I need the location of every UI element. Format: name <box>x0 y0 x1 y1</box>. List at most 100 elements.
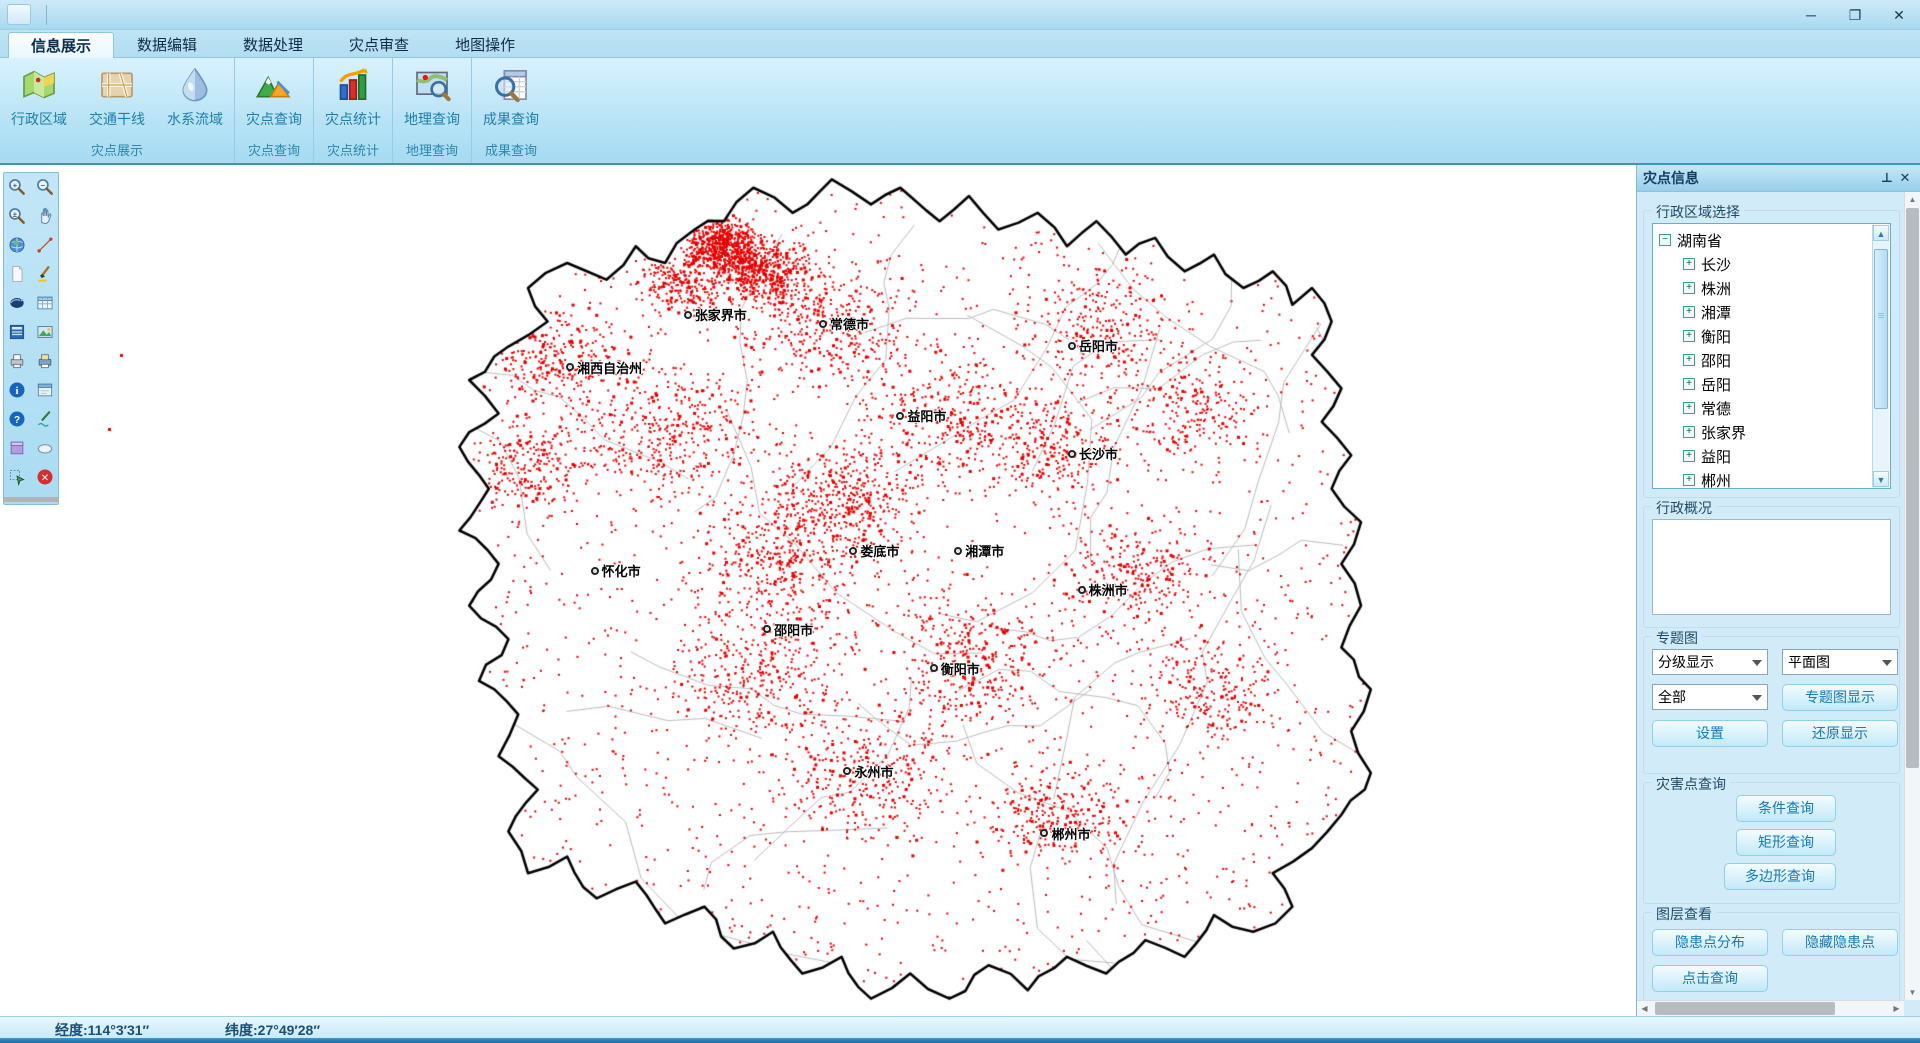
tool-zoom-in[interactable]: + <box>4 176 30 202</box>
quick-access-toolbar[interactable] <box>7 4 31 25</box>
ribbon-button-traffic-map[interactable]: 交通干线 <box>78 62 156 141</box>
panel-scroll-up-icon[interactable]: ▲ <box>1905 192 1920 207</box>
overview-textarea[interactable] <box>1652 519 1891 615</box>
tool-blank-page[interactable] <box>4 263 30 289</box>
all-filter-combobox[interactable]: 全部 <box>1652 684 1768 710</box>
panel-vertical-scrollbar[interactable]: ▲ ▼ <box>1904 192 1920 1000</box>
tab-map-operate[interactable]: 地图操作 <box>432 31 538 57</box>
tool-brush[interactable] <box>32 263 58 289</box>
tool-zoom-extent[interactable]: ± <box>4 205 30 231</box>
ribbon-button-region-map[interactable]: 行政区域 <box>0 62 78 141</box>
expand-icon[interactable]: + <box>1683 306 1695 318</box>
tool-sketch-pen[interactable] <box>32 408 58 434</box>
expand-icon[interactable]: + <box>1683 258 1695 270</box>
tree-scroll-up-icon[interactable]: ▲ <box>1873 225 1889 241</box>
tree-node-city[interactable]: +郴州 <box>1659 468 1870 489</box>
map-search-icon <box>411 64 453 106</box>
settings-button[interactable]: 设置 <box>1652 720 1768 747</box>
tool-pan-hand[interactable] <box>32 205 58 231</box>
window-controls: ─ ❐ ✕ <box>1796 0 1914 30</box>
tool-zoom-out[interactable]: − <box>32 176 58 202</box>
panel-scroll-left-icon[interactable]: ◀ <box>1637 1001 1652 1016</box>
tree-node-city[interactable]: +湘潭 <box>1659 300 1870 324</box>
tree-node-city[interactable]: +益阳 <box>1659 444 1870 468</box>
panel-horizontal-scrollbar[interactable]: ◀ ▶ <box>1637 1000 1904 1016</box>
ribbon-button-water-drop[interactable]: 水系流域 <box>156 62 234 141</box>
tree-node-city[interactable]: +长沙 <box>1659 252 1870 276</box>
tree-node-city[interactable]: +衡阳 <box>1659 324 1870 348</box>
tool-globe-full-extent[interactable] <box>4 234 30 260</box>
tab-disaster-review[interactable]: 灾点审查 <box>326 31 432 57</box>
panel-scroll-right-icon[interactable]: ▶ <box>1889 1001 1904 1016</box>
expand-icon[interactable]: + <box>1683 450 1695 462</box>
expand-icon[interactable]: + <box>1683 474 1695 486</box>
tool-ellipse-select[interactable] <box>32 437 58 463</box>
polygon-query-button[interactable]: 多边形查询 <box>1724 863 1836 890</box>
minimize-button[interactable]: ─ <box>1796 4 1826 26</box>
ribbon-group-title: 成果查询 <box>472 141 550 163</box>
panel-scroll-thumb[interactable] <box>1906 208 1919 768</box>
title-bar-separator <box>46 5 47 25</box>
application-window: ─ ❐ ✕ 信息展示数据编辑数据处理灾点审查地图操作 行政区域交通干线水系流域灾… <box>0 0 1920 1043</box>
tab-data-edit[interactable]: 数据编辑 <box>114 31 220 57</box>
thematic-show-button[interactable]: 专题图显示 <box>1782 684 1898 711</box>
click-query-button[interactable]: 点击查询 <box>1652 965 1768 992</box>
tree-node-province[interactable]: −湖南省 <box>1659 228 1870 252</box>
combo-value: 分级显示 <box>1658 654 1714 670</box>
ribbon-group-title: 地理查询 <box>393 141 471 163</box>
maximize-button[interactable]: ❐ <box>1840 4 1870 26</box>
expand-icon[interactable]: + <box>1683 378 1695 390</box>
tool-print-preview[interactable] <box>32 350 58 376</box>
rectangle-query-button[interactable]: 矩形查询 <box>1736 829 1836 856</box>
map-canvas[interactable] <box>0 165 1636 1016</box>
tool-rotate-view[interactable] <box>4 292 30 318</box>
tree-node-city[interactable]: +岳阳 <box>1659 372 1870 396</box>
tool-info[interactable]: i <box>4 379 30 405</box>
ribbon-button-bar-chart[interactable]: 灾点统计 <box>314 62 392 141</box>
tool-export-image[interactable] <box>32 321 58 347</box>
panel-hscroll-thumb[interactable] <box>1655 1002 1835 1015</box>
grade-display-combobox[interactable]: 分级显示 <box>1652 649 1768 675</box>
mountain-icon <box>253 64 295 106</box>
pan-hand-icon <box>35 206 55 231</box>
tab-info-display[interactable]: 信息展示 <box>8 32 114 58</box>
tool-delete[interactable]: ✕ <box>32 466 58 492</box>
tree-node-city[interactable]: +株洲 <box>1659 276 1870 300</box>
tool-attribute-table[interactable] <box>32 292 58 318</box>
pin-icon[interactable]: ⊥ <box>1878 169 1896 187</box>
tree-scroll-thumb[interactable] <box>1874 249 1888 409</box>
tool-region-select[interactable] <box>4 466 30 492</box>
tree-scrollbar[interactable]: ▲ ▼ <box>1872 225 1889 487</box>
tree-node-city[interactable]: +常德 <box>1659 396 1870 420</box>
plan-view-combobox[interactable]: 平面图 <box>1782 649 1898 675</box>
tab-data-process[interactable]: 数据处理 <box>220 31 326 57</box>
panel-scroll-down-icon[interactable]: ▼ <box>1905 985 1920 1000</box>
panel-close-icon[interactable]: ✕ <box>1896 169 1914 187</box>
expand-icon[interactable]: + <box>1683 426 1695 438</box>
close-button[interactable]: ✕ <box>1884 4 1914 26</box>
disaster-info-panel: 灾点信息 ⊥ ✕ 行政区域选择 −湖南省+长沙+株洲+湘潭+衡阳+邵阳+岳阳+常… <box>1636 165 1920 1016</box>
tool-help[interactable]: ? <box>4 408 30 434</box>
expand-icon[interactable]: + <box>1683 402 1695 414</box>
restore-display-button[interactable]: 还原显示 <box>1782 720 1898 747</box>
hide-hazard-button[interactable]: 隐藏隐患点 <box>1782 929 1898 956</box>
tree-scroll-down-icon[interactable]: ▼ <box>1873 471 1889 487</box>
ribbon-button-table-search[interactable]: 成果查询 <box>472 62 550 141</box>
tool-window-panel[interactable] <box>32 379 58 405</box>
hazard-distribution-button[interactable]: 隐患点分布 <box>1652 929 1768 956</box>
ribbon-button-map-search[interactable]: 地理查询 <box>393 62 471 141</box>
collapse-icon[interactable]: − <box>1659 234 1671 246</box>
tree-node-city[interactable]: +张家界 <box>1659 420 1870 444</box>
condition-query-button[interactable]: 条件查询 <box>1736 795 1836 822</box>
ribbon-button-mountain[interactable]: 灾点查询 <box>235 62 313 141</box>
tool-measure-line[interactable] <box>32 234 58 260</box>
tree-node-city[interactable]: +邵阳 <box>1659 348 1870 372</box>
tool-frame-window[interactable] <box>4 437 30 463</box>
expand-icon[interactable]: + <box>1683 354 1695 366</box>
tool-print[interactable] <box>4 350 30 376</box>
expand-icon[interactable]: + <box>1683 330 1695 342</box>
help-icon: ? <box>7 409 27 434</box>
tool-layer-list[interactable] <box>4 321 30 347</box>
layer-view-label: 图层查看 <box>1652 904 1716 924</box>
expand-icon[interactable]: + <box>1683 282 1695 294</box>
